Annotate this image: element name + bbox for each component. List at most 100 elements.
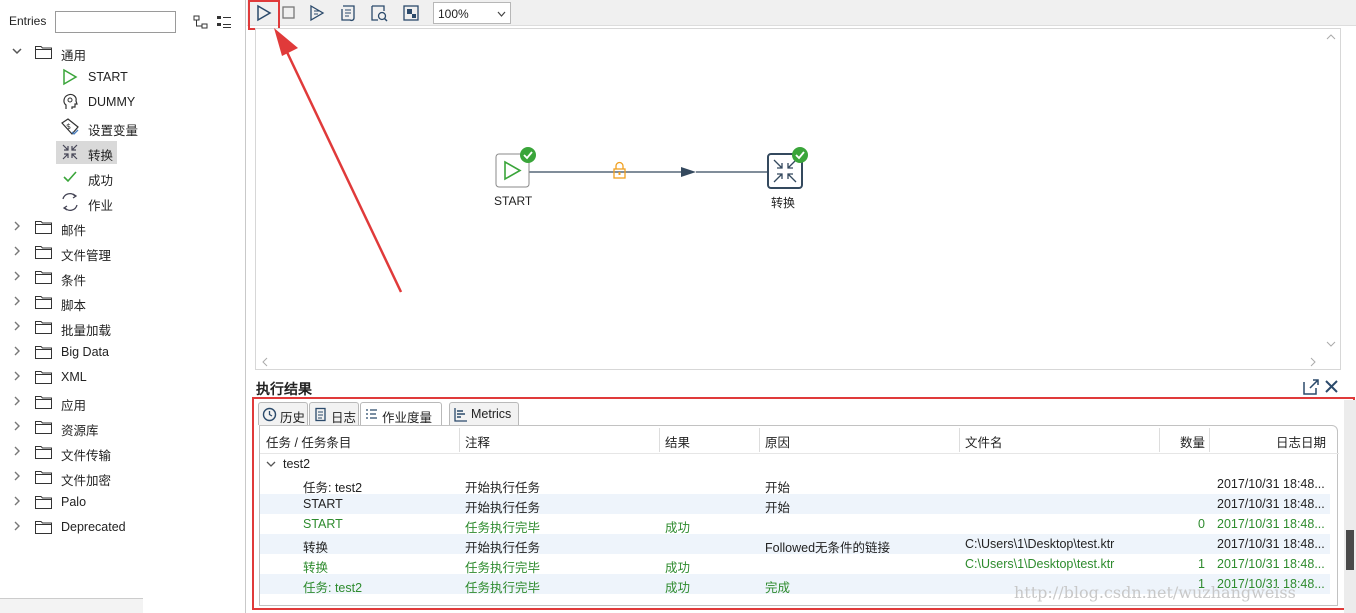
chevron-right-icon[interactable] (10, 319, 24, 333)
success-badge-icon (520, 147, 536, 163)
expand-all-icon[interactable] (193, 14, 209, 30)
open-external-icon[interactable] (1303, 379, 1319, 395)
column-divider[interactable] (1209, 428, 1210, 452)
tree-item-transform[interactable]: 转换 (0, 140, 246, 164)
chevron-right-icon[interactable] (10, 269, 24, 283)
tree-folder[interactable]: 文件加密 (0, 465, 246, 489)
column-header[interactable]: 结果 (665, 432, 690, 451)
tab-job-metrics[interactable]: 作业度量 (360, 402, 442, 426)
tab-history[interactable]: 历史 (258, 402, 308, 425)
cell-file: C:\Users\1\Desktop\test.ktr (965, 557, 1115, 571)
entries-search-input[interactable] (55, 11, 176, 33)
results-title: 执行结果 (256, 381, 312, 397)
column-header[interactable]: 数量 (1180, 432, 1205, 451)
column-divider[interactable] (459, 428, 460, 452)
tree-label: XML (61, 370, 87, 384)
chevron-right-icon[interactable] (10, 344, 24, 358)
tree-folder[interactable]: Big Data (0, 340, 246, 364)
canvas-horizontal-scrollbar[interactable] (258, 355, 1320, 369)
zoom-select[interactable]: 100% (433, 2, 511, 24)
column-divider[interactable] (659, 428, 660, 452)
tree-folder[interactable]: 应用 (0, 390, 246, 414)
group-label: test2 (283, 457, 311, 471)
chevron-down-icon (497, 11, 506, 17)
tree-folder-general[interactable]: 通用 (0, 40, 246, 64)
design-palette-panel: Entries 通用 START DUMMY $ 设置变量 转换 成功 作业 邮… (0, 0, 246, 613)
chevron-right-icon[interactable] (10, 444, 24, 458)
tree-folder[interactable]: Palo (0, 490, 246, 514)
chevron-down-icon[interactable] (10, 44, 24, 58)
table-row[interactable]: 转换 任务执行完毕 成功 C:\Users\1\Desktop\test.ktr 1 20… (260, 554, 1330, 575)
tree-label: 文件传输 (61, 449, 112, 463)
success-badge-icon (792, 147, 808, 163)
preview-icon[interactable] (368, 2, 390, 24)
table-group-row[interactable]: test2 (260, 454, 1330, 474)
collapse-all-icon[interactable] (216, 14, 232, 30)
log-icon (315, 407, 326, 422)
tree-item-dummy[interactable]: DUMMY (0, 90, 246, 114)
results-vertical-scrollbar[interactable] (1344, 400, 1356, 613)
tree-folder[interactable]: 资源库 (0, 415, 246, 439)
column-header[interactable]: 注释 (465, 432, 490, 451)
tree-folder[interactable]: XML (0, 365, 246, 389)
chevron-right-icon[interactable] (10, 294, 24, 308)
tree-folder[interactable]: 批量加载 (0, 315, 246, 339)
chevron-right-icon[interactable] (10, 369, 24, 383)
folder-icon (35, 371, 52, 384)
cell-file: C:\Users\1\Desktop\test.ktr (965, 537, 1115, 551)
folder-icon (35, 521, 52, 534)
tree-label: Palo (61, 495, 87, 509)
canvas-vertical-scrollbar[interactable] (1323, 30, 1339, 350)
entries-label: Entries (9, 14, 47, 28)
transform-node[interactable] (767, 147, 808, 189)
tree-label: 邮件 (61, 224, 87, 238)
tab-log[interactable]: 日志 (309, 402, 359, 425)
stop-icon[interactable] (278, 2, 300, 24)
impact-icon[interactable] (400, 2, 422, 24)
column-header[interactable]: 文件名 (965, 432, 1003, 451)
column-divider[interactable] (959, 428, 960, 452)
close-icon[interactable] (1325, 380, 1338, 393)
chevron-right-icon[interactable] (10, 469, 24, 483)
job-canvas[interactable]: START 转换 (255, 28, 1341, 370)
chevron-right-icon[interactable] (10, 244, 24, 258)
chevron-right-icon[interactable] (10, 419, 24, 433)
tree-folder[interactable]: 邮件 (0, 215, 246, 239)
table-row[interactable]: 任务: test2 开始执行任务 开始 2017/10/31 18:48... (260, 474, 1330, 495)
chevron-right-icon[interactable] (10, 394, 24, 408)
folder-icon (35, 346, 52, 359)
chevron-right-icon[interactable] (10, 519, 24, 533)
column-divider[interactable] (759, 428, 760, 452)
tree-item-set-variable[interactable]: $ 设置变量 (0, 115, 246, 139)
column-divider[interactable] (1159, 428, 1160, 452)
tree-folder[interactable]: 脚本 (0, 290, 246, 314)
tree-folder[interactable]: 文件传输 (0, 440, 246, 464)
tree-folder[interactable]: Deprecated (0, 515, 246, 539)
chevron-right-icon[interactable] (10, 219, 24, 233)
tree-item-job[interactable]: 作业 (0, 190, 246, 214)
folder-icon (35, 321, 52, 334)
column-header[interactable]: 原因 (765, 432, 790, 451)
column-header[interactable]: 任务 / 任务条目 (266, 432, 351, 451)
lock-icon[interactable] (613, 161, 626, 179)
tab-metrics[interactable]: Metrics (449, 402, 519, 425)
table-row[interactable]: START 任务执行完毕 成功 0 2017/10/31 18:48... (260, 514, 1330, 535)
cell-reason: 完成 (765, 581, 791, 595)
tree-label: 批量加载 (61, 324, 112, 338)
column-header[interactable]: 日志日期 (1276, 432, 1326, 451)
tree-label: Big Data (61, 345, 109, 359)
chevron-down-icon[interactable] (266, 460, 276, 468)
start-node[interactable] (495, 147, 536, 188)
replay-icon[interactable] (306, 2, 328, 24)
check-icon[interactable] (337, 2, 359, 24)
chevron-right-icon[interactable] (10, 494, 24, 508)
cell-result: 成功 (665, 581, 691, 595)
tree-folder[interactable]: 文件管理 (0, 240, 246, 264)
table-row[interactable]: 转换 开始执行任务 Followed无条件的链接 C:\Users\1\Desktop… (260, 534, 1330, 555)
tree-item-success[interactable]: 成功 (0, 165, 246, 189)
tree-item-start[interactable]: START (0, 65, 246, 89)
tree-folder[interactable]: 条件 (0, 265, 246, 289)
scrollbar-thumb[interactable] (1346, 530, 1354, 570)
table-row[interactable]: START 开始执行任务 开始 2017/10/31 18:48... (260, 494, 1330, 515)
tree-label: 应用 (61, 399, 87, 413)
